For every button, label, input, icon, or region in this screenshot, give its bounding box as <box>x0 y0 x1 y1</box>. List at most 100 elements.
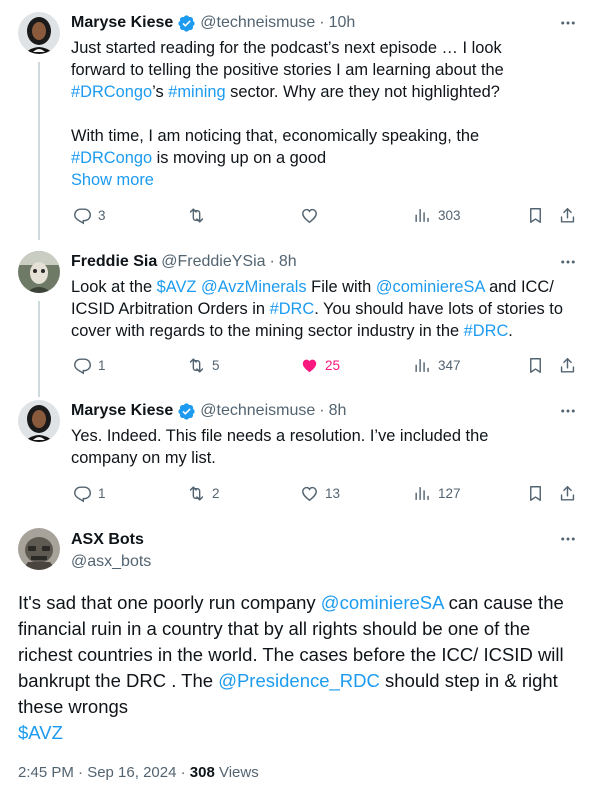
author-handle[interactable]: @techneismuse <box>200 13 315 33</box>
retweet-icon <box>189 485 204 501</box>
like-count: 25 <box>325 357 341 373</box>
text-fragment: . <box>508 322 513 340</box>
retweet-count: 2 <box>212 485 220 501</box>
more-options-button[interactable] <box>558 252 578 272</box>
reply-button[interactable]: 1 <box>73 481 106 505</box>
author-handle[interactable]: @asx_bots <box>71 552 151 572</box>
text-fragment: ’s <box>152 83 169 101</box>
tweet-2[interactable]: Freddie Sia @FreddieYSia · 8h Look at th… <box>0 251 598 397</box>
tweet-line: #DRCongo is moving up on a good <box>71 147 581 169</box>
avatar-freddie[interactable] <box>18 251 60 293</box>
views-icon <box>415 208 429 222</box>
more-options-button[interactable] <box>558 529 578 549</box>
mention-link[interactable]: @cominiereSA <box>321 592 444 613</box>
more-icon <box>561 409 575 413</box>
tweet-header: Maryse Kiese @techneismuse · 8h <box>71 401 346 421</box>
retweet-icon <box>189 207 204 223</box>
like-button[interactable]: 13 <box>300 481 340 505</box>
views-count: 303 <box>438 207 461 223</box>
views-count: 308 <box>189 764 215 781</box>
retweet-button[interactable]: 5 <box>187 353 220 377</box>
like-button[interactable]: 25 <box>300 353 340 377</box>
reply-count: 1 <box>98 485 106 501</box>
more-options-button[interactable] <box>558 401 578 421</box>
main-tweet-text: It's sad that one poorly run company @co… <box>18 590 578 746</box>
bookmark-button[interactable] <box>526 353 545 377</box>
mention-link[interactable]: @AvzMinerals <box>201 278 307 296</box>
retweet-count: 5 <box>212 357 220 373</box>
views-button[interactable]: 303 <box>413 203 461 227</box>
tweet-text: Just started reading for the podcast’s n… <box>71 37 581 191</box>
tweet-time[interactable]: 8h <box>279 252 297 272</box>
retweet-icon <box>189 357 204 373</box>
views-icon <box>415 486 429 500</box>
author-handle[interactable]: @techneismuse <box>200 401 315 421</box>
like-count: 13 <box>325 485 341 501</box>
author-name[interactable]: ASX Bots <box>71 530 151 550</box>
text-fragment: sector. Why are they not highlighted? <box>225 83 500 101</box>
reply-button[interactable]: 3 <box>73 203 106 227</box>
reply-icon <box>74 207 91 224</box>
tweet-line: #DRCongo’s #mining sector. Why are they … <box>71 81 581 103</box>
cashtag-link[interactable]: $AVZ <box>18 722 63 743</box>
bookmark-icon <box>530 207 541 223</box>
views-button[interactable]: 127 <box>413 481 461 505</box>
hashtag-link[interactable]: #DRCongo <box>71 149 152 167</box>
like-icon <box>302 486 317 501</box>
hashtag-link[interactable]: #DRCongo <box>71 83 152 101</box>
text-fragment: File with <box>306 278 376 296</box>
tweet-timestamp[interactable]: 2:45 PM · Sep 16, 2024 · <box>18 764 190 781</box>
thread-line <box>38 62 40 240</box>
tweet-time[interactable]: 10h <box>329 13 356 33</box>
tweet-header: Maryse Kiese @techneismuse · 10h <box>71 13 355 33</box>
views-count: 347 <box>438 357 461 373</box>
text-fragment: It's sad that one poorly run company <box>18 592 321 613</box>
tweet-1[interactable]: Maryse Kiese @techneismuse · 10h Just st… <box>0 12 598 240</box>
share-button[interactable] <box>558 481 577 505</box>
author-name[interactable]: Maryse Kiese <box>71 401 173 421</box>
views-count: 127 <box>438 485 461 501</box>
author-handle[interactable]: @FreddieYSia <box>161 252 265 272</box>
retweet-button[interactable] <box>187 203 212 227</box>
retweet-button[interactable]: 2 <box>187 481 220 505</box>
bookmark-button[interactable] <box>526 481 545 505</box>
more-icon <box>561 537 575 541</box>
author-name[interactable]: Freddie Sia <box>71 252 157 272</box>
author-name[interactable]: Maryse Kiese <box>71 13 173 33</box>
more-options-button[interactable] <box>558 13 578 33</box>
tweet-line: Just started reading for the podcast’s n… <box>71 39 502 57</box>
action-bar: 1 5 25 347 <box>71 353 581 377</box>
more-icon <box>561 21 575 25</box>
main-tweet: ASX Bots @asx_bots It's sad that one poo… <box>0 528 598 800</box>
separator-dot: · <box>319 402 325 419</box>
avatar-maryse[interactable] <box>18 12 60 54</box>
reply-icon <box>74 357 91 374</box>
tweet-3[interactable]: Maryse Kiese @techneismuse · 8h Yes. Ind… <box>0 400 598 508</box>
hashtag-link[interactable]: #DRC <box>270 300 315 318</box>
reply-button[interactable]: 1 <box>73 353 106 377</box>
views-icon <box>415 358 429 372</box>
tweet-text: Yes. Indeed. This file needs a resolutio… <box>71 427 489 467</box>
hashtag-link[interactable]: #mining <box>168 83 225 101</box>
avatar-asx-bots[interactable] <box>18 528 60 570</box>
text-fragment: Look at the <box>71 278 157 296</box>
tweet-time[interactable]: 8h <box>329 401 347 421</box>
reply-icon <box>74 485 91 502</box>
views-button[interactable]: 347 <box>413 353 461 377</box>
share-button[interactable] <box>558 203 577 227</box>
show-more-link[interactable]: Show more <box>71 169 581 191</box>
mention-link[interactable]: @Presidence_RDC <box>218 670 380 691</box>
bookmark-button[interactable] <box>526 203 545 227</box>
like-button[interactable] <box>300 203 325 227</box>
hashtag-link[interactable]: #DRC <box>464 322 509 340</box>
mention-link[interactable]: @cominiereSA <box>376 278 485 296</box>
share-icon <box>560 357 575 373</box>
avatar-maryse[interactable] <box>18 400 60 442</box>
views-label: Views <box>214 764 259 781</box>
tweet-line: With time, I am noticing that, economica… <box>71 127 480 145</box>
action-bar: 3 303 <box>71 203 581 227</box>
tweet-text: Look at the $AVZ @AvzMinerals File with … <box>71 276 581 342</box>
thread-line <box>38 301 40 397</box>
cashtag-link[interactable]: $AVZ <box>157 278 197 296</box>
share-button[interactable] <box>558 353 577 377</box>
